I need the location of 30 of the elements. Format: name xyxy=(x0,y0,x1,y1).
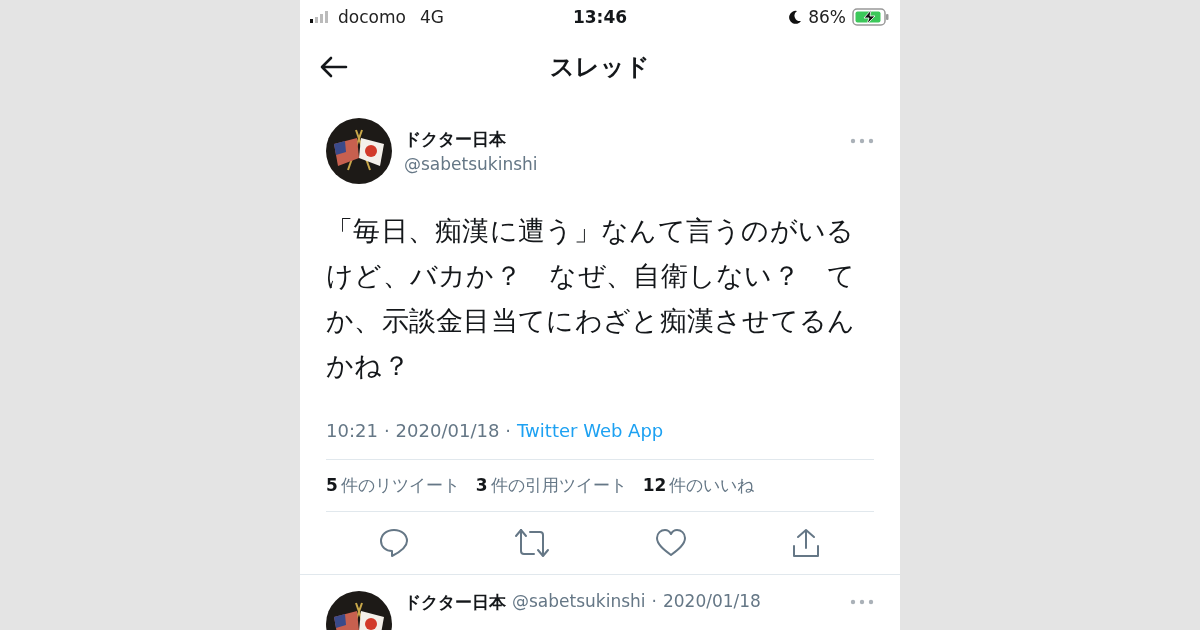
user-handle[interactable]: @sabetsukinshi xyxy=(512,591,646,614)
tweet-time: 10:21 xyxy=(326,420,378,441)
reply-icon[interactable] xyxy=(377,527,410,559)
tweet-text: 「毎日、痴漢に遭う」なんて言うのがいるけど、バカか？ なぜ、自衛しない？ てか、示談金目当てにわざと痴漢させてるんかね？ xyxy=(326,214,857,383)
tweet-date: 2020/01/18 xyxy=(395,420,500,441)
separator-dot: · xyxy=(505,420,512,441)
flags-avatar-icon[interactable] xyxy=(326,118,392,184)
stat-count[interactable]: 3 xyxy=(475,475,488,495)
stat-label[interactable]: 件のリツイート xyxy=(340,474,460,497)
battery-percentage: 86% xyxy=(808,7,846,27)
source-link[interactable]: Twitter Web App xyxy=(517,420,664,441)
network-type: 4G xyxy=(419,7,444,27)
heart-icon[interactable] xyxy=(654,528,687,558)
stat-label[interactable]: 件のいいね xyxy=(669,474,755,497)
stat-label[interactable]: 件の引用ツイート xyxy=(490,474,627,497)
display-name[interactable]: ドクター日本 xyxy=(404,591,506,614)
user-handle[interactable]: @sabetsukinshi xyxy=(404,154,538,174)
battery-charging-icon xyxy=(852,8,890,26)
display-name[interactable]: ドクター日本 xyxy=(404,128,506,151)
moon-icon xyxy=(788,10,803,24)
stat-count[interactable]: 5 xyxy=(326,475,338,495)
separator-dot: · xyxy=(383,420,390,441)
separator-dot: · xyxy=(651,591,657,613)
clock-time: 13:46 xyxy=(572,7,628,27)
back-arrow-icon[interactable] xyxy=(318,55,348,79)
retweet-icon[interactable] xyxy=(513,527,552,559)
page-title: スレッド xyxy=(550,52,650,83)
stat-count[interactable]: 12 xyxy=(642,475,667,495)
carrier-name: docomo xyxy=(338,7,406,27)
reply-date: 2020/01/18 xyxy=(662,591,761,613)
